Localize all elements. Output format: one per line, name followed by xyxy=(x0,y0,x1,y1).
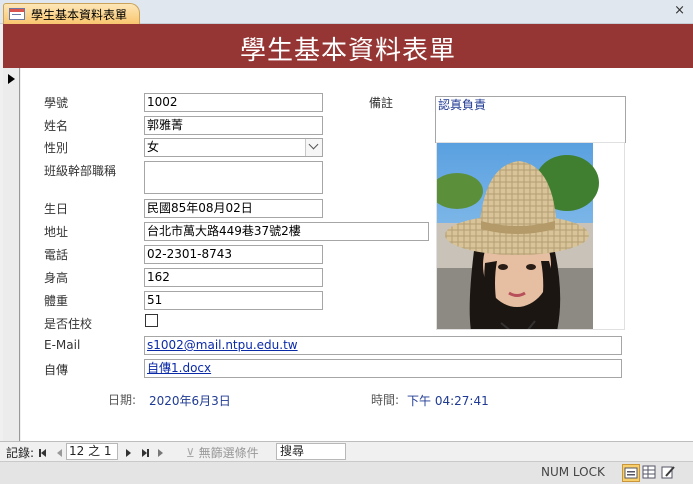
date-value: 2020年6月3日 xyxy=(149,394,231,408)
gender-label: 性別 xyxy=(44,141,69,155)
filter-label: 無篩選條件 xyxy=(198,446,259,460)
portrait-image xyxy=(437,143,624,329)
chevron-down-icon xyxy=(308,139,319,150)
email-label: E-Mail xyxy=(44,338,81,352)
design-view-button[interactable] xyxy=(660,464,678,482)
height-field[interactable]: 162 xyxy=(144,268,323,287)
gender-combo[interactable]: 女 xyxy=(144,138,323,157)
next-record-icon xyxy=(126,449,131,457)
form-view-icon xyxy=(624,467,638,479)
form-header: 學生基本資料表單 xyxy=(3,24,693,68)
student-photo xyxy=(436,142,625,330)
form-detail: 學號 1002 姓名 郭雅菁 性別 女 班級幹部職稱 生日 民國85年08月02… xyxy=(21,68,693,441)
weight-field[interactable]: 51 xyxy=(144,291,323,310)
layout-view-button[interactable] xyxy=(641,464,659,482)
boarding-label: 是否住校 xyxy=(44,317,93,331)
last-record-button[interactable] xyxy=(142,446,154,458)
email-link[interactable]: s1002@mail.ntpu.edu.tw xyxy=(147,338,298,352)
record-selector[interactable] xyxy=(3,68,20,441)
funnel-icon: ⊻ xyxy=(186,446,195,460)
form-tab-label: 學生基本資料表單 xyxy=(31,8,128,22)
remarks-field[interactable]: 認真負責 xyxy=(435,96,626,143)
student-id-field[interactable]: 1002 xyxy=(144,93,323,112)
form-title: 學生基本資料表單 xyxy=(239,36,456,66)
record-label: 記錄: xyxy=(6,446,35,460)
autobiography-label: 自傳 xyxy=(44,363,69,377)
phone-field[interactable]: 02-2301-8743 xyxy=(144,245,323,264)
form-icon xyxy=(9,8,25,20)
layout-view-icon xyxy=(642,465,656,479)
date-label: 日期: xyxy=(108,393,137,407)
address-field[interactable]: 台北市萬大路449巷37號2樓 xyxy=(144,222,429,241)
cadre-field[interactable] xyxy=(144,161,323,194)
current-record-arrow-icon xyxy=(8,74,15,84)
address-label: 地址 xyxy=(44,225,69,239)
form-view-button[interactable] xyxy=(622,464,640,482)
time-value: 下午 04:27:41 xyxy=(407,394,489,408)
num-lock-indicator: NUM LOCK xyxy=(541,465,605,479)
dropdown-button[interactable] xyxy=(305,139,322,156)
document-tab-bar: 學生基本資料表單 × xyxy=(0,0,693,24)
boarding-checkbox[interactable] xyxy=(145,314,158,327)
first-record-button[interactable] xyxy=(39,446,51,458)
previous-record-icon xyxy=(57,449,62,457)
form-document-tab[interactable]: 學生基本資料表單 xyxy=(3,3,140,24)
filter-status[interactable]: ⊻ 無篩選條件 xyxy=(186,444,259,461)
weight-label: 體重 xyxy=(44,294,69,308)
student-id-label: 學號 xyxy=(44,96,69,110)
search-input[interactable]: 搜尋 xyxy=(276,443,346,460)
autobiography-field[interactable]: 自傳1.docx xyxy=(144,359,622,378)
phone-label: 電話 xyxy=(44,248,69,262)
close-icon[interactable]: × xyxy=(674,4,685,18)
record-navigation-bar: 記錄: 12 之 1 ✱ ⊻ 無篩選條件 搜尋 xyxy=(0,441,693,472)
email-field[interactable]: s1002@mail.ntpu.edu.tw xyxy=(144,336,622,355)
name-label: 姓名 xyxy=(44,119,69,133)
next-record-button[interactable] xyxy=(126,446,138,458)
autobiography-link[interactable]: 自傳1.docx xyxy=(147,361,211,375)
new-record-button[interactable]: ✱ xyxy=(158,446,170,472)
remarks-label: 備註 xyxy=(369,96,394,110)
current-record-input[interactable]: 12 之 1 xyxy=(66,443,118,460)
height-label: 身高 xyxy=(44,271,69,285)
time-label: 時間: xyxy=(371,393,400,407)
birthday-label: 生日 xyxy=(44,202,69,216)
status-bar: NUM LOCK xyxy=(0,461,693,484)
gender-value: 女 xyxy=(147,140,160,154)
name-field[interactable]: 郭雅菁 xyxy=(144,116,323,135)
design-view-icon xyxy=(661,466,675,479)
cadre-label: 班級幹部職稱 xyxy=(44,164,117,178)
new-record-icon xyxy=(158,449,163,457)
birthday-field[interactable]: 民國85年08月02日 xyxy=(144,199,323,218)
